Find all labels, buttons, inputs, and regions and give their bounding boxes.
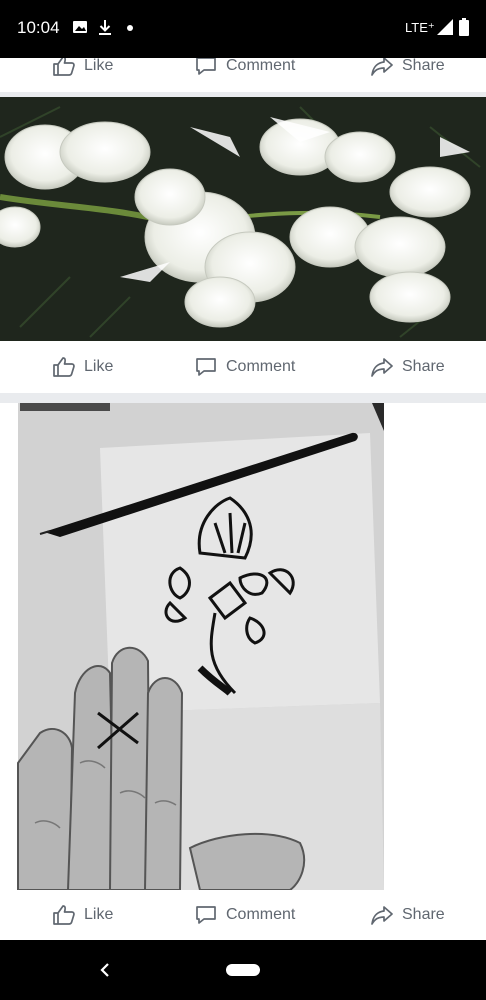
image-notification-icon [73,21,87,33]
like-label: Like [84,58,114,74]
like-label: Like [84,358,114,375]
system-nav-bar [0,940,486,1000]
comment-button[interactable]: Comment [194,58,295,92]
download-icon [99,20,111,35]
post-action-bar: Like Comment Share [0,890,486,940]
comment-icon [196,58,216,75]
share-button[interactable]: Share [370,58,445,92]
share-button[interactable]: Share [370,341,445,393]
status-bar: 10:04 LTE⁺ [0,0,486,58]
post-photo-sketch[interactable] [0,403,486,890]
dot-icon [127,25,133,31]
share-label: Share [402,58,445,74]
comment-button[interactable]: Comment [194,341,295,393]
comment-icon [196,358,216,376]
share-label: Share [402,906,445,923]
share-icon [371,906,393,925]
like-icon [53,905,75,925]
comment-button[interactable]: Comment [194,890,295,940]
battery-icon [459,18,469,36]
share-button[interactable]: Share [370,890,445,940]
tuberose-photo [0,97,486,341]
comment-label: Comment [226,358,296,375]
post-photo-flowers[interactable] [0,97,486,341]
back-icon[interactable] [98,962,112,978]
post-action-bar: Like Comment Share [0,58,486,92]
share-icon [371,58,393,76]
share-label: Share [402,358,445,375]
signal-icon [437,19,453,35]
like-label: Like [84,906,114,923]
comment-icon [196,906,216,924]
like-button[interactable]: Like [52,341,113,393]
like-button[interactable]: Like [52,890,113,940]
status-time: 10:04 [17,18,60,37]
post-action-bar: Like Comment Share [0,341,486,393]
tattoo-sketch-photo [0,403,486,890]
news-feed[interactable]: Like Comment Share Like Comment Share Li… [0,58,486,940]
home-pill-icon[interactable] [226,964,260,976]
like-button[interactable]: Like [52,58,113,92]
like-icon [53,58,75,76]
share-icon [371,358,393,377]
comment-label: Comment [226,58,296,74]
network-label: LTE⁺ [405,20,435,35]
comment-label: Comment [226,906,296,923]
like-icon [53,357,75,377]
